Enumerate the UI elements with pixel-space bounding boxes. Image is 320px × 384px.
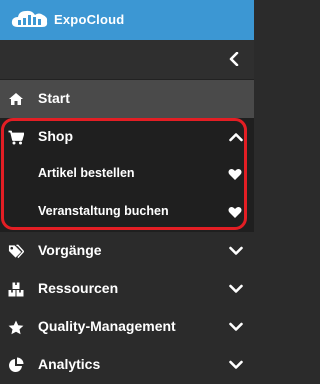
star-icon [8, 319, 24, 335]
sidebar-item-label: Quality-Management [38, 318, 176, 334]
app-logo[interactable]: ExpoCloud [10, 7, 124, 31]
sidebar-item-label: Analytics [38, 356, 101, 372]
sidebar-subitem-veranstaltung-buchen[interactable]: Veranstaltung buchen [0, 193, 254, 231]
sidebar-item-analytics[interactable]: Analytics [0, 346, 254, 384]
sidebar-toggle-row [0, 40, 254, 79]
cart-icon [8, 129, 24, 145]
collapse-sidebar-button[interactable] [224, 49, 244, 69]
sidebar-item-label: Ressourcen [38, 280, 119, 296]
heart-icon[interactable] [228, 167, 242, 181]
boxes-icon [8, 281, 24, 297]
app-name: ExpoCloud [54, 11, 125, 27]
sidebar-item-label: Shop [38, 128, 73, 144]
sidebar-item-label: Vorgänge [38, 242, 102, 258]
sidebar-subitem-label: Veranstaltung buchen [38, 204, 169, 218]
chevron-down-icon[interactable] [228, 319, 244, 335]
chevron-down-icon[interactable] [228, 357, 244, 373]
sidebar-item-start[interactable]: Start [0, 80, 254, 118]
sidebar-item-label: Start [38, 90, 70, 106]
tags-icon [8, 243, 24, 259]
cloud-logo-icon [11, 10, 48, 28]
chevron-down-icon[interactable] [228, 243, 244, 259]
top-bar: ExpoCloud [0, 0, 254, 40]
heart-icon[interactable] [228, 205, 242, 219]
sidebar-subitem-artikel-bestellen[interactable]: Artikel bestellen [0, 155, 254, 193]
sidebar-item-quality-management[interactable]: Quality-Management [0, 308, 254, 346]
chevron-left-icon [229, 52, 239, 66]
sidebar-item-ressourcen[interactable]: Ressourcen [0, 270, 254, 308]
sidebar-subitem-label: Artikel bestellen [38, 166, 135, 180]
home-icon [8, 91, 24, 107]
pie-chart-icon [8, 357, 24, 373]
chevron-up-icon[interactable] [228, 129, 244, 145]
sidebar-item-vorgaenge[interactable]: Vorgänge [0, 232, 254, 270]
sidebar-item-shop[interactable]: Shop [0, 118, 254, 156]
chevron-down-icon[interactable] [228, 281, 244, 297]
